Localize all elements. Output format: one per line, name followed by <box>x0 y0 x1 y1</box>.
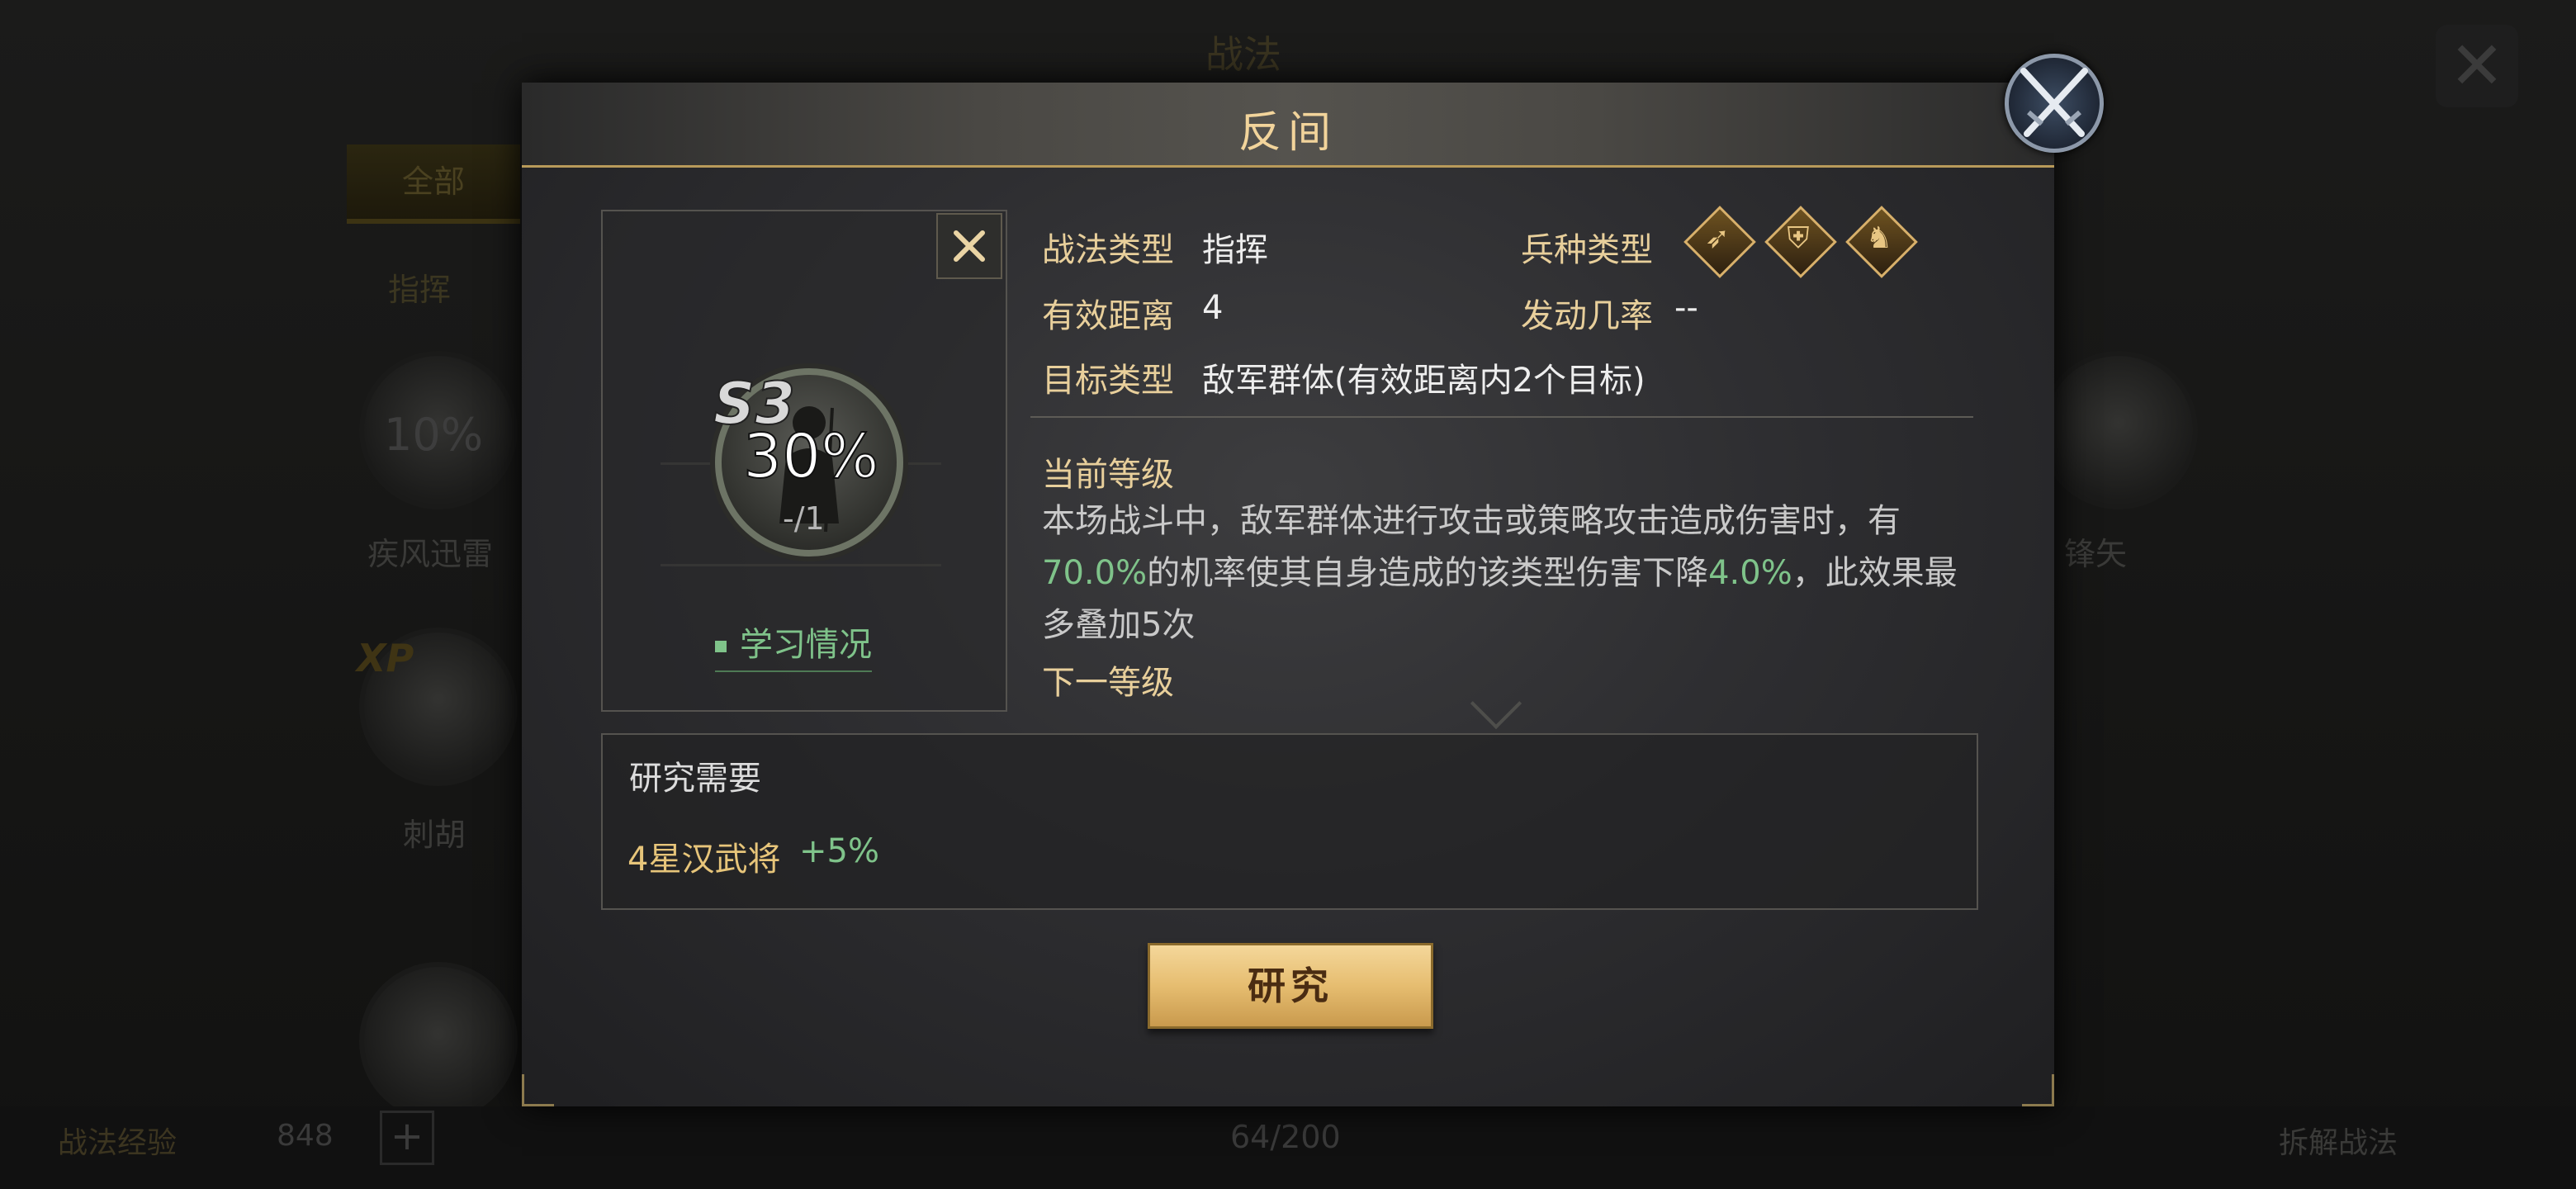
skill-exp-value: 848 <box>277 1119 334 1153</box>
next-level-label: 下一等级 <box>1042 664 1174 702</box>
description-reduction: 4.0% <box>1708 554 1792 592</box>
research-button[interactable]: 研究 <box>1148 943 1433 1029</box>
trigger-rate-value: -- <box>1674 289 1698 327</box>
close-modal-button[interactable] <box>2005 54 2104 153</box>
learn-status-label: 学习情况 <box>740 626 872 664</box>
description-text: 本场战斗中，敌军群体进行攻击或策略攻击造成伤害时，有 <box>1042 502 1901 540</box>
skill-exp-label: 战法经验 <box>58 1126 178 1160</box>
background-skill-name: 刺胡 <box>403 817 466 853</box>
corner-ornament <box>2022 1074 2054 1106</box>
target-type-value: 敌军群体(有效距离内2个目标) <box>1202 362 1646 400</box>
range-value: 4 <box>1202 289 1224 327</box>
research-bonus: +5% <box>799 832 879 870</box>
skill-count: 64/200 <box>1230 1119 1341 1155</box>
shield-glyph: ⛨ <box>1787 221 1810 255</box>
description-text: 的机率使其自身造成的该类型伤害下降 <box>1147 554 1709 592</box>
close-icon <box>954 230 985 262</box>
skill-percent: 30% <box>742 420 879 493</box>
background-title: 战法 <box>1205 32 1281 77</box>
square-bullet-icon <box>715 641 727 652</box>
background-skill-icon[interactable] <box>359 962 518 1120</box>
learn-status-link[interactable]: 学习情况 <box>715 618 872 672</box>
crossed-swords-icon <box>2020 68 2088 137</box>
horse-glyph: ♞ <box>1865 221 1893 255</box>
skill-ratio: -/1 <box>783 500 825 537</box>
modal-title: 反间 <box>1238 108 1338 158</box>
background-skill-name: 疾风迅雷 <box>367 536 494 572</box>
corner-ornament <box>522 1074 554 1106</box>
background-skill-name: 锋矢 <box>2064 536 2128 572</box>
card-close-button[interactable] <box>936 213 1002 279</box>
skill-type-label: 战法类型 <box>1042 231 1174 269</box>
description-rate: 70.0% <box>1042 554 1148 592</box>
add-exp-button[interactable]: + <box>380 1111 434 1165</box>
background-skill-icon[interactable] <box>2039 351 2198 509</box>
disband-skill-button[interactable]: 拆解战法 <box>2279 1119 2398 1162</box>
skill-description: 本场战斗中，敌军群体进行攻击或策略攻击造成伤害时，有 70.0%的机率使其自身造成… <box>1042 495 1975 651</box>
troop-type-label: 兵种类型 <box>1521 231 1653 269</box>
current-level-label: 当前等级 <box>1042 456 1174 494</box>
bow-glyph: ➶ <box>1704 221 1731 255</box>
trigger-rate-label: 发动几率 <box>1521 297 1653 335</box>
research-requirement: 4星汉武将 <box>627 841 781 879</box>
background-skill-percent: 10% <box>384 409 484 461</box>
target-type-label: 目标类型 <box>1042 362 1174 400</box>
background-close-icon[interactable]: ✕ <box>2436 25 2518 107</box>
research-title: 研究需要 <box>629 760 761 798</box>
range-label: 有效距离 <box>1042 297 1174 335</box>
research-requirement-box <box>601 733 1978 910</box>
divider <box>1030 416 1973 418</box>
skill-type-value: 指挥 <box>1202 231 1268 269</box>
xp-badge: XP <box>357 636 414 680</box>
tab-all[interactable]: 全部 <box>347 144 520 224</box>
background-category: 指挥 <box>388 272 452 308</box>
